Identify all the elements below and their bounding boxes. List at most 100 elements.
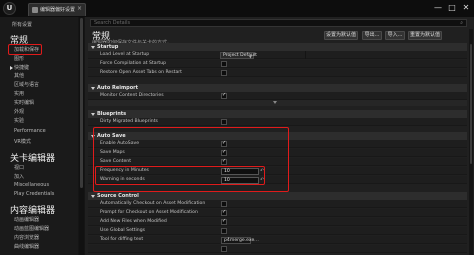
collapse-arrow-icon[interactable] bbox=[91, 113, 95, 116]
save-content-checkbox[interactable] bbox=[221, 158, 227, 165]
row-label: Enable AutoSave bbox=[100, 141, 140, 146]
sidebar-item-live-edit[interactable]: 实时编辑 bbox=[14, 99, 34, 106]
row-warning-in-seconds: Warning in seconds 10 ↶ bbox=[88, 176, 467, 184]
use-global-settings-checkbox[interactable] bbox=[221, 228, 227, 234]
section-source-control[interactable]: Source Control bbox=[88, 192, 467, 200]
section-title: Auto Reimport bbox=[97, 85, 139, 91]
row-load-level-at-startup: Load Level at Startup Project Default ▼ bbox=[88, 51, 467, 59]
sidebar-category-general[interactable]: 常规 bbox=[10, 33, 28, 46]
tab-close-icon[interactable]: × bbox=[77, 5, 82, 12]
monitor-content-checkbox[interactable] bbox=[221, 92, 227, 99]
sidebar-item-all-settings[interactable]: 所有设置 bbox=[12, 21, 32, 28]
row-label: Save Maps bbox=[100, 150, 125, 155]
diff-tool-field[interactable]: p4merge.exe bbox=[221, 237, 254, 244]
row-partial bbox=[88, 245, 467, 253]
expand-advanced-icon[interactable] bbox=[273, 101, 277, 104]
set-as-default-button[interactable]: 设置为默认值 bbox=[324, 31, 358, 40]
section-auto-save[interactable]: Auto Save bbox=[88, 132, 467, 140]
section-blueprints[interactable]: Blueprints bbox=[88, 110, 467, 118]
search-placeholder: Search Details bbox=[94, 20, 131, 26]
row-label: Save Content bbox=[100, 159, 132, 164]
row-label: Warning in seconds bbox=[100, 177, 145, 182]
editor-preferences-tab[interactable]: 编辑器偏好设置 × bbox=[28, 3, 86, 16]
sidebar-item-miscellaneous[interactable]: Miscellaneous bbox=[14, 182, 49, 188]
row-enable-autosave: Enable AutoSave bbox=[88, 140, 467, 148]
row-save-maps: Save Maps bbox=[88, 149, 467, 157]
row-label: Force Compilation at Startup bbox=[100, 61, 167, 66]
reset-arrow-icon[interactable]: ↶ bbox=[260, 177, 264, 183]
sidebar-item-vr-mode[interactable]: VR模式 bbox=[14, 138, 31, 145]
search-input[interactable]: Search Details ⌕ bbox=[90, 19, 467, 27]
section-title: Source Control bbox=[97, 193, 139, 199]
sidebar-item-play-credentials[interactable]: Play Credentials bbox=[14, 191, 54, 197]
save-maps-checkbox[interactable] bbox=[221, 149, 227, 156]
row-label: Tool for diffing text bbox=[100, 237, 144, 242]
sidebar-item-experimental[interactable]: 实验 bbox=[14, 117, 24, 124]
import-button[interactable]: 导入... bbox=[385, 31, 405, 40]
collapse-arrow-icon[interactable] bbox=[91, 87, 95, 90]
row-monitor-content-directories: Monitor Content Directories bbox=[88, 92, 467, 100]
add-new-files-checkbox[interactable] bbox=[221, 218, 227, 225]
frequency-minutes-field[interactable]: 10 bbox=[221, 168, 259, 175]
sidebar-item-region-language[interactable]: 区域与语言 bbox=[14, 81, 39, 88]
details-scroll-thumb[interactable] bbox=[470, 44, 472, 164]
tab-label: 编辑器偏好设置 bbox=[40, 7, 76, 13]
sidebar-scroll-thumb[interactable] bbox=[80, 18, 83, 188]
sidebar-item-viewports[interactable]: 视口 bbox=[14, 164, 24, 171]
sidebar-item-graphics[interactable]: 图形 bbox=[14, 55, 24, 62]
sidebar-item-performance[interactable]: Performance bbox=[14, 128, 46, 134]
section-auto-reimport[interactable]: Auto Reimport bbox=[88, 84, 467, 92]
prompt-checkout-checkbox[interactable] bbox=[221, 209, 227, 216]
sidebar-item-play[interactable]: 加入 bbox=[14, 173, 24, 180]
force-compilation-checkbox[interactable] bbox=[221, 61, 227, 67]
sidebar-item-content-browser[interactable]: 内容浏览器 bbox=[14, 234, 39, 241]
row-frequency-in-minutes: Frequency in Minutes 10 ↶ bbox=[88, 167, 467, 175]
load-level-dropdown[interactable]: Project Default ▼ bbox=[220, 52, 257, 59]
collapse-arrow-icon[interactable] bbox=[91, 195, 95, 198]
restore-tabs-checkbox[interactable] bbox=[221, 70, 227, 76]
search-icon[interactable]: ⌕ bbox=[460, 20, 463, 26]
export-button[interactable]: 导出... bbox=[362, 31, 382, 40]
dirty-migrated-checkbox[interactable] bbox=[221, 119, 227, 125]
row-use-global-settings: Use Global Settings bbox=[88, 227, 467, 235]
title-bar: U 编辑器偏好设置 × — □ ✕ bbox=[0, 0, 474, 17]
sidebar-item-shortcuts[interactable]: 快捷键 bbox=[14, 64, 29, 71]
section-title: Auto Save bbox=[97, 133, 126, 139]
window-close-icon[interactable]: ✕ bbox=[462, 3, 470, 12]
column-divider bbox=[305, 51, 306, 59]
unreal-logo-icon: U bbox=[3, 2, 16, 15]
reset-arrow-icon[interactable]: ↶ bbox=[260, 168, 264, 174]
row-tool-for-diffing: Tool for diffing text p4merge.exe … bbox=[88, 236, 467, 244]
row-label: Prompt for Checkout on Asset Modificatio… bbox=[100, 210, 198, 215]
selected-arrow-icon bbox=[10, 66, 13, 70]
sidebar-category-content-editors[interactable]: 内容编辑器 bbox=[10, 203, 55, 216]
row-add-new-files: Add New Files when Modified bbox=[88, 218, 467, 226]
collapse-arrow-icon[interactable] bbox=[91, 135, 95, 138]
warning-seconds-field[interactable]: 10 bbox=[221, 177, 259, 184]
advanced-expander[interactable] bbox=[88, 100, 467, 106]
sidebar-item-curve-editor[interactable]: 曲线编辑器 bbox=[14, 243, 39, 250]
auto-checkout-checkbox[interactable] bbox=[221, 201, 227, 207]
partial-row-checkbox[interactable] bbox=[221, 246, 227, 252]
sidebar-item-appearance[interactable]: 外观 bbox=[14, 108, 24, 115]
chevron-down-icon: ▼ bbox=[248, 54, 252, 59]
maximize-icon[interactable]: □ bbox=[448, 3, 456, 12]
minimize-icon[interactable]: — bbox=[434, 3, 442, 12]
collapse-arrow-icon[interactable] bbox=[91, 46, 95, 49]
sidebar-item-loading-saving[interactable]: 加载和保存 bbox=[14, 46, 39, 53]
sidebar-item-other[interactable]: 其他 bbox=[14, 72, 24, 79]
sidebar-item-utility[interactable]: 实用 bbox=[14, 90, 24, 97]
sidebar-item-anim-blueprint-editor[interactable]: 动画蓝图编辑器 bbox=[14, 225, 49, 232]
reset-to-defaults-button[interactable]: 重置为默认值 bbox=[408, 31, 442, 40]
browse-icon[interactable]: … bbox=[254, 237, 259, 243]
sidebar-category-level-editor[interactable]: 关卡编辑器 bbox=[10, 151, 55, 164]
row-dirty-migrated-blueprints: Dirty Migrated Blueprints bbox=[88, 118, 467, 126]
section-startup[interactable]: Startup bbox=[88, 43, 467, 51]
enable-autosave-checkbox[interactable] bbox=[221, 140, 227, 147]
section-title: Startup bbox=[97, 44, 119, 50]
sidebar-item-animation-editor[interactable]: 动画编辑器 bbox=[14, 216, 39, 223]
row-label: Frequency in Minutes bbox=[100, 168, 149, 173]
row-label: Dirty Migrated Blueprints bbox=[100, 119, 158, 124]
section-title: Blueprints bbox=[97, 111, 127, 117]
row-force-compilation: Force Compilation at Startup bbox=[88, 60, 467, 68]
